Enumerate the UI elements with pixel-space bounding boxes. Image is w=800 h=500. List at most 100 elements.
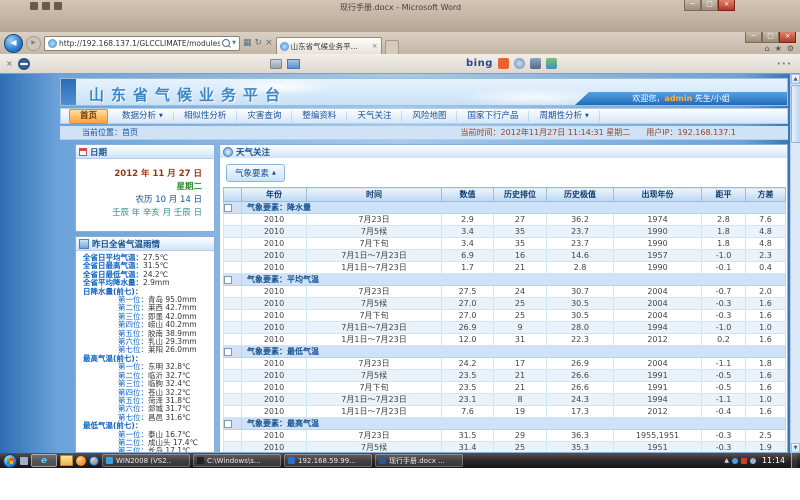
tray-network-icon[interactable] <box>750 458 756 464</box>
tray-ime-icon[interactable] <box>732 458 738 464</box>
nav-item[interactable]: 周期性分析▼ <box>529 111 599 122</box>
toolbar-close-icon[interactable]: × <box>6 59 13 68</box>
row-checkbox[interactable] <box>224 420 232 428</box>
table-row[interactable]: 20107月1日～7月23日6.91614.61957-1.02.3 <box>224 250 786 262</box>
background-window[interactable]: 现行手册.docx - Microsoft Word ─ ▢ × <box>0 0 800 32</box>
media-player-icon[interactable] <box>89 456 99 466</box>
tools-gear-icon[interactable]: ⚙ <box>787 44 794 53</box>
taskbar-button[interactable]: C:\Windows\s... <box>193 454 281 467</box>
refresh-icon[interactable]: ↻ <box>255 38 263 48</box>
element-filter-button[interactable]: 气象要素 ▲ <box>226 164 285 182</box>
printer-icon[interactable] <box>270 59 282 69</box>
table-cell: 2010 <box>242 334 307 346</box>
toolbar-app-icon-1[interactable] <box>514 58 525 69</box>
tray-show-hidden-icon[interactable]: ▲ <box>724 457 729 464</box>
start-button[interactable] <box>3 454 17 468</box>
table-row[interactable]: 20107月5候31.42535.31951-0.31.9 <box>224 442 786 454</box>
scroll-up-icon[interactable]: ▲ <box>791 74 800 84</box>
browser-tab[interactable]: 山东省气候业务平... × <box>276 37 382 54</box>
table-row[interactable]: 20107月23日27.52430.72004-0.72.0 <box>224 286 786 298</box>
home-icon[interactable]: ⌂ <box>765 44 770 53</box>
checkbox-cell <box>224 274 242 286</box>
new-tab-button[interactable] <box>385 40 399 54</box>
favorites-icon[interactable]: ★ <box>775 44 782 53</box>
table-cell: 1974 <box>614 214 702 226</box>
browser-minimize-icon[interactable]: ─ <box>745 32 762 43</box>
table-row[interactable]: 20107月5候23.52126.61991-0.51.6 <box>224 370 786 382</box>
compatibility-view-icon[interactable]: ▦ <box>243 38 252 48</box>
page-content: 日期 2012 年 11 月 27 日 星期二 农历 10 月 14 日 壬辰 … <box>60 142 788 453</box>
toolbar-logo-icon[interactable] <box>18 58 30 70</box>
address-bar[interactable]: ▼ <box>44 36 240 51</box>
search-icon[interactable] <box>222 39 230 47</box>
calendar-panel-header: 日期 <box>76 145 214 159</box>
table-row[interactable]: 20101月1日～7月23日7.61917.32012-0.41.6 <box>224 406 786 418</box>
browser-maximize-icon[interactable]: ▢ <box>762 32 779 43</box>
group-header-row[interactable]: 气象要素：降水量 <box>224 202 786 214</box>
table-row[interactable]: 20101月1日～7月23日1.7212.81990-0.10.4 <box>224 262 786 274</box>
site-favicon <box>48 39 57 48</box>
table-row[interactable]: 20107月下旬23.52126.61991-0.51.6 <box>224 382 786 394</box>
show-desktop-button[interactable] <box>791 453 797 468</box>
table-cell: 1.8 <box>702 226 746 238</box>
pinned-app-icon[interactable] <box>20 457 28 465</box>
row-checkbox[interactable] <box>224 276 232 284</box>
more-options-icon[interactable]: ••• <box>777 60 792 68</box>
tray-flag-icon[interactable] <box>741 458 747 464</box>
explorer-folder-icon[interactable] <box>60 455 73 466</box>
table-row[interactable]: 20107月下旬3.43523.719901.84.8 <box>224 238 786 250</box>
forward-button[interactable]: ▶ <box>26 36 41 51</box>
nav-item[interactable]: 首页 <box>69 109 108 124</box>
group-header-row[interactable]: 气象要素：平均气温 <box>224 274 786 286</box>
nav-item[interactable]: 相似性分析 <box>174 111 238 122</box>
table-row[interactable]: 20107月5候3.43523.719901.84.8 <box>224 226 786 238</box>
stop-icon[interactable]: × <box>265 38 273 48</box>
nav-item[interactable]: 风险地图 <box>402 111 457 122</box>
row-checkbox[interactable] <box>224 348 232 356</box>
close-icon[interactable]: × <box>718 0 735 11</box>
table-cell: 4.8 <box>746 226 786 238</box>
taskbar-button[interactable]: 现行手册.docx ... <box>375 454 463 467</box>
taskbar-ie-button[interactable]: e <box>31 454 57 467</box>
nav-item[interactable]: 数据分析▼ <box>112 111 174 122</box>
welcome-prefix: 欢迎您， <box>632 94 664 103</box>
back-button[interactable]: ◀ <box>4 34 23 53</box>
table-cell: -1.1 <box>702 394 746 406</box>
table-row[interactable]: 20101月1日～7月23日12.03122.320120.21.6 <box>224 334 786 346</box>
browser-scrollbar[interactable]: ▲ ▼ <box>790 74 800 453</box>
bing-app-icon[interactable] <box>498 58 509 69</box>
address-dropdown-icon[interactable]: ▼ <box>232 40 236 46</box>
nav-item[interactable]: 整编资料 <box>292 111 347 122</box>
row-checkbox[interactable] <box>224 204 232 212</box>
table-row[interactable]: 20107月23日31.52936.31955,1951-0.32.5 <box>224 430 786 442</box>
scroll-down-icon[interactable]: ▼ <box>791 443 800 453</box>
taskbar-clock[interactable]: 11:14 <box>762 456 785 465</box>
table-row[interactable]: 20107月23日24.21726.92004-1.11.8 <box>224 358 786 370</box>
table-row[interactable]: 20107月5候27.02530.52004-0.31.6 <box>224 298 786 310</box>
table-cell: 7月23日 <box>307 358 442 370</box>
table-cell: 1990 <box>614 262 702 274</box>
group-header-row[interactable]: 气象要素：最高气温 <box>224 418 786 430</box>
table-row[interactable]: 20107月23日2.92736.219742.87.6 <box>224 214 786 226</box>
maximize-icon[interactable]: ▢ <box>701 0 718 11</box>
table-row[interactable]: 20107月1日～7月23日23.1824.31994-1.11.0 <box>224 394 786 406</box>
toolbar-app-icon-2[interactable] <box>530 58 541 69</box>
url-input[interactable] <box>59 39 220 48</box>
table-row[interactable]: 20107月下旬27.02530.52004-0.31.6 <box>224 310 786 322</box>
nav-item[interactable]: 天气关注 <box>347 111 402 122</box>
taskbar-button-label: 现行手册.docx ... <box>389 456 445 466</box>
tab-close-icon[interactable]: × <box>372 42 378 50</box>
scrollbar-thumb[interactable] <box>791 85 800 143</box>
group-header-row[interactable]: 气象要素：最低气温 <box>224 346 786 358</box>
nav-item[interactable]: 灾害查询 <box>237 111 292 122</box>
minimize-icon[interactable]: ─ <box>684 0 701 11</box>
mail-icon[interactable] <box>287 59 300 69</box>
table-row[interactable]: 20107月1日～7月23日26.9928.01994-1.01.0 <box>224 322 786 334</box>
taskbar-button[interactable]: WIN2008 (VS2.. <box>102 454 190 467</box>
browser-close-icon[interactable]: × <box>779 32 796 43</box>
toolbar-app-icon-3[interactable] <box>546 58 557 69</box>
pinned-app-icon-2[interactable] <box>76 456 86 466</box>
bing-logo[interactable]: bing <box>466 58 493 69</box>
nav-item[interactable]: 国家下行产品 <box>457 111 529 122</box>
taskbar-button[interactable]: 192.168.59.99... <box>284 454 372 467</box>
